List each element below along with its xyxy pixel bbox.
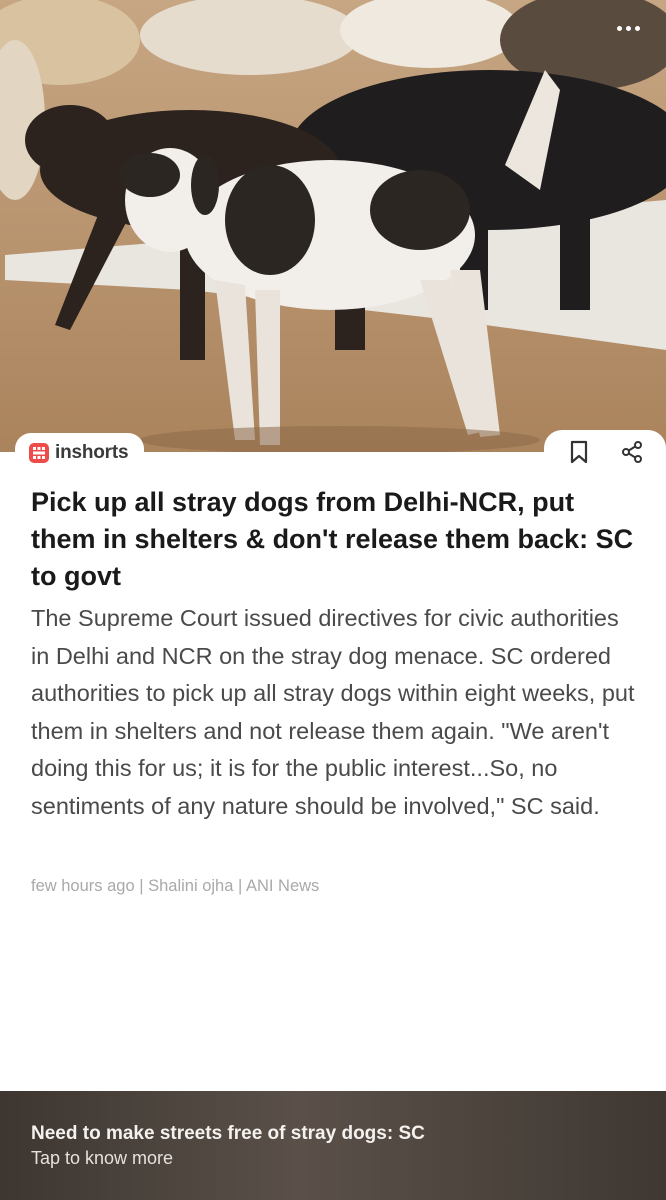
brand-name: inshorts xyxy=(55,442,129,463)
share-button[interactable] xyxy=(614,434,650,470)
card-actions xyxy=(544,430,666,474)
more-dot xyxy=(625,25,631,31)
dogs-photo xyxy=(0,0,666,470)
article-headline: Pick up all stray dogs from Delhi-NCR, p… xyxy=(31,487,634,591)
read-more-banner[interactable] xyxy=(0,1091,666,1200)
bookmark-icon xyxy=(570,440,587,464)
read-more-title[interactable]: Need to make streets free of stray dogs:… xyxy=(31,1123,425,1145)
more-dot xyxy=(634,25,640,31)
bookmark-button[interactable] xyxy=(561,434,597,470)
more-dot xyxy=(616,25,622,31)
more-options-button[interactable] xyxy=(608,14,648,42)
share-icon xyxy=(621,441,642,463)
inshorts-logo-icon xyxy=(29,443,49,463)
hero-image xyxy=(0,0,666,470)
article-meta: few hours ago | Shalini ojha | ANI News xyxy=(31,877,320,895)
read-more-subtitle[interactable]: Tap to know more xyxy=(31,1148,173,1169)
article-body: The Supreme Court issued directives for … xyxy=(31,605,635,819)
brand-tag: inshorts xyxy=(15,433,145,473)
